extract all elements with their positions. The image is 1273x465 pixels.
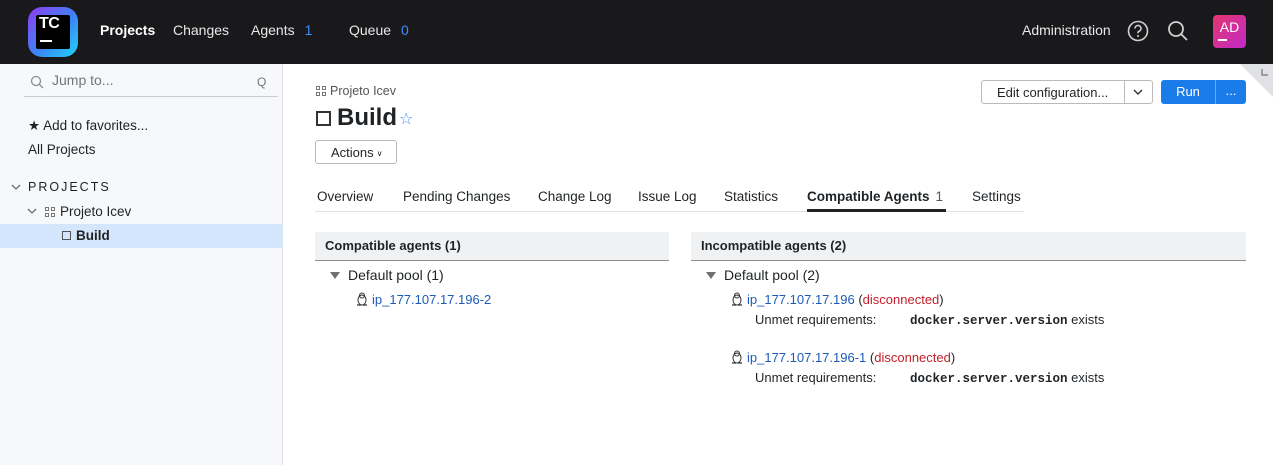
tab-statistics[interactable]: Statistics bbox=[724, 189, 778, 204]
linux-penguin-icon bbox=[357, 292, 367, 306]
tab-count-badge: 1 bbox=[935, 189, 944, 204]
agent-status: disconnected bbox=[874, 350, 951, 365]
incompatible-pool[interactable]: Default pool (2) bbox=[706, 267, 820, 283]
breadcrumb[interactable]: Projeto Icev bbox=[316, 84, 396, 98]
agent-item: ip_177.107.17.196-2 bbox=[356, 292, 491, 307]
jump-to-search: Q bbox=[24, 69, 278, 97]
nav-agents[interactable]: Agents 1 bbox=[251, 22, 312, 38]
actions-dropdown[interactable]: Actions ∨ bbox=[315, 140, 397, 164]
linux-penguin-icon bbox=[732, 350, 742, 364]
nav-queue[interactable]: Queue 0 bbox=[349, 22, 409, 38]
logo-text: TC bbox=[39, 15, 60, 32]
jump-to-input[interactable] bbox=[52, 72, 252, 88]
tab-change-log[interactable]: Change Log bbox=[538, 189, 612, 204]
project-icon bbox=[316, 86, 326, 96]
unmet-requirement: Unmet requirements: docker.server.versio… bbox=[755, 370, 1104, 386]
unmet-requirement: Unmet requirements: docker.server.versio… bbox=[755, 312, 1104, 328]
add-to-favorites-link[interactable]: ★ Add to favorites... bbox=[28, 118, 148, 134]
sidebar-item-build[interactable]: Build bbox=[0, 224, 283, 248]
build-config-icon bbox=[62, 231, 71, 240]
triangle-down-icon bbox=[330, 272, 340, 279]
nav-changes[interactable]: Changes bbox=[173, 22, 229, 38]
jump-shortcut-hint: Q bbox=[257, 75, 267, 89]
help-icon[interactable] bbox=[1127, 20, 1149, 42]
edit-configuration-label: Edit configuration... bbox=[997, 85, 1109, 100]
linux-penguin-icon bbox=[732, 292, 742, 306]
build-config-icon bbox=[316, 111, 331, 126]
chevron-down-icon[interactable] bbox=[27, 206, 37, 216]
chevron-down-icon[interactable] bbox=[11, 182, 21, 192]
tab-pending-changes[interactable]: Pending Changes bbox=[403, 189, 510, 204]
all-projects-link[interactable]: All Projects bbox=[28, 142, 96, 157]
search-icon[interactable] bbox=[1167, 20, 1189, 42]
teamcity-logo[interactable]: TC bbox=[28, 7, 78, 57]
nav-projects[interactable]: Projects bbox=[100, 22, 155, 38]
search-icon bbox=[30, 75, 44, 89]
breadcrumb-project: Projeto Icev bbox=[330, 84, 397, 98]
project-icon bbox=[45, 207, 55, 217]
compatible-agents-header: Compatible agents (1) bbox=[315, 232, 669, 261]
pool-label: Default pool (2) bbox=[724, 267, 820, 283]
agent-link[interactable]: ip_177.107.17.196-1 bbox=[747, 350, 866, 365]
incompatible-agents-header: Incompatible agents (2) bbox=[691, 232, 1246, 261]
actions-label: Actions bbox=[331, 145, 374, 160]
agent-status: disconnected bbox=[862, 292, 940, 307]
nav-queue-label: Queue bbox=[349, 22, 392, 38]
tab-issue-log[interactable]: Issue Log bbox=[638, 189, 697, 204]
edit-configuration-button[interactable]: Edit configuration... bbox=[981, 80, 1153, 104]
nav-agents-label: Agents bbox=[251, 22, 295, 38]
tab-compatible-agents-label: Compatible Agents bbox=[807, 189, 930, 204]
top-navigation-bar: TC Projects Changes Agents 1 Queue 0 Admin… bbox=[0, 0, 1273, 64]
compatible-pool[interactable]: Default pool (1) bbox=[330, 267, 444, 283]
requirement-label: Unmet requirements: bbox=[755, 370, 877, 385]
nav-administration[interactable]: Administration bbox=[1022, 22, 1111, 38]
chevron-down-icon[interactable] bbox=[1132, 86, 1144, 98]
tab-overview[interactable]: Overview bbox=[317, 189, 373, 204]
nav-agents-count: 1 bbox=[304, 22, 313, 38]
requirement-param: docker.server.version bbox=[910, 372, 1068, 386]
requirement-condition: exists bbox=[1071, 370, 1105, 385]
tab-settings[interactable]: Settings bbox=[972, 189, 1021, 204]
favorite-star-icon[interactable]: ☆ bbox=[399, 109, 413, 129]
projects-section-header: PROJECTS bbox=[28, 180, 111, 194]
requirement-condition: exists bbox=[1071, 312, 1105, 327]
triangle-down-icon bbox=[706, 272, 716, 279]
page-corner-icon[interactable] bbox=[1240, 64, 1273, 97]
chevron-down-icon: ∨ bbox=[376, 149, 383, 158]
sidebar-item-project[interactable]: Projeto Icev bbox=[60, 204, 131, 219]
pool-label: Default pool (1) bbox=[348, 267, 444, 283]
avatar-initials: AD bbox=[1219, 19, 1240, 35]
tab-compatible-agents[interactable]: Compatible Agents 1 bbox=[807, 189, 943, 204]
agent-link[interactable]: ip_177.107.17.196 bbox=[747, 292, 855, 307]
sidebar: Q ★ Add to favorites... All Projects PRO… bbox=[0, 64, 283, 465]
nav-queue-count: 0 bbox=[401, 22, 409, 38]
page-title: Build bbox=[337, 104, 397, 131]
run-button[interactable]: Run bbox=[1161, 80, 1215, 104]
agent-item: ip_177.107.17.196-1 (disconnected) bbox=[731, 350, 955, 365]
agent-item: ip_177.107.17.196 (disconnected) bbox=[731, 292, 944, 307]
active-tab-indicator bbox=[807, 209, 946, 212]
agent-link[interactable]: ip_177.107.17.196-2 bbox=[372, 292, 491, 307]
user-avatar[interactable]: AD bbox=[1213, 15, 1246, 48]
sidebar-item-build-label: Build bbox=[76, 228, 110, 243]
requirement-label: Unmet requirements: bbox=[755, 312, 877, 327]
requirement-param: docker.server.version bbox=[910, 314, 1068, 328]
